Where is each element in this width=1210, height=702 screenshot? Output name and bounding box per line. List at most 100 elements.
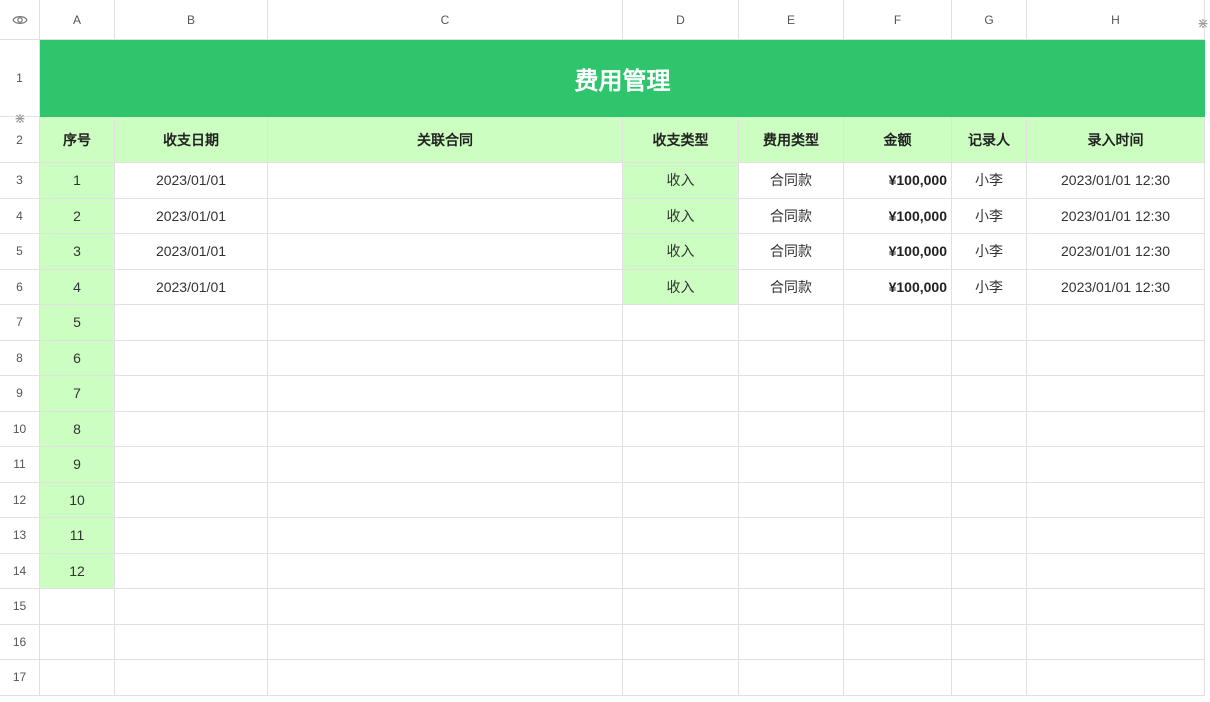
row-header[interactable]: 17	[0, 660, 40, 696]
column-heading[interactable]: 记录人	[952, 117, 1027, 163]
sheet-title[interactable]: 费用管理	[40, 40, 1205, 117]
column-header-d[interactable]: D	[623, 0, 739, 40]
table-cell[interactable]	[1027, 518, 1205, 554]
table-cell-no[interactable]: 2	[40, 198, 115, 234]
table-cell[interactable]	[1027, 624, 1205, 660]
column-header-e[interactable]: E	[739, 0, 844, 40]
table-cell-flow[interactable]: 收入	[623, 269, 739, 305]
table-cell-contract[interactable]	[268, 198, 623, 234]
table-cell[interactable]	[268, 589, 623, 625]
table-cell[interactable]	[623, 305, 739, 341]
table-cell-no[interactable]: 5	[40, 305, 115, 341]
table-cell-contract[interactable]	[268, 269, 623, 305]
row-header[interactable]: 12	[0, 482, 40, 518]
table-cell-date[interactable]: 2023/01/01	[115, 269, 268, 305]
table-cell[interactable]	[268, 660, 623, 696]
table-cell[interactable]	[739, 447, 844, 483]
table-cell[interactable]	[844, 589, 952, 625]
table-cell-contract[interactable]	[268, 163, 623, 199]
table-cell-entered[interactable]: 2023/01/01 12:30	[1027, 198, 1205, 234]
table-cell[interactable]	[115, 660, 268, 696]
table-cell[interactable]	[623, 482, 739, 518]
table-cell-no[interactable]: 9	[40, 447, 115, 483]
table-cell[interactable]	[952, 376, 1027, 412]
table-cell-amount[interactable]: ¥100,000	[844, 269, 952, 305]
table-cell[interactable]	[1027, 553, 1205, 589]
table-cell[interactable]	[739, 624, 844, 660]
table-cell[interactable]	[115, 553, 268, 589]
table-cell[interactable]	[952, 482, 1027, 518]
table-cell[interactable]	[844, 482, 952, 518]
table-cell-date[interactable]: 2023/01/01	[115, 163, 268, 199]
row-header[interactable]: 10	[0, 411, 40, 447]
table-cell[interactable]	[1027, 340, 1205, 376]
table-cell[interactable]	[952, 553, 1027, 589]
row-header[interactable]: 4	[0, 198, 40, 234]
row-header[interactable]: 7	[0, 305, 40, 341]
table-cell[interactable]	[115, 411, 268, 447]
table-cell-no[interactable]: 7	[40, 376, 115, 412]
table-cell[interactable]	[739, 589, 844, 625]
table-cell[interactable]	[739, 660, 844, 696]
table-cell[interactable]	[952, 660, 1027, 696]
table-cell[interactable]	[623, 624, 739, 660]
table-cell[interactable]	[268, 553, 623, 589]
table-cell[interactable]	[844, 624, 952, 660]
table-cell-no[interactable]: 10	[40, 482, 115, 518]
table-cell[interactable]	[623, 589, 739, 625]
freeze-pane-icon[interactable]: ⋇	[1195, 14, 1210, 32]
table-cell[interactable]	[40, 589, 115, 625]
table-cell[interactable]	[739, 411, 844, 447]
table-cell[interactable]	[40, 624, 115, 660]
table-cell[interactable]	[844, 376, 952, 412]
table-cell[interactable]	[844, 660, 952, 696]
table-cell[interactable]	[952, 589, 1027, 625]
table-cell-amount[interactable]: ¥100,000	[844, 198, 952, 234]
table-cell[interactable]	[1027, 447, 1205, 483]
column-heading[interactable]: 序号	[40, 117, 115, 163]
row-header[interactable]: 9	[0, 376, 40, 412]
table-cell[interactable]	[844, 447, 952, 483]
table-cell[interactable]	[40, 660, 115, 696]
table-cell[interactable]	[623, 340, 739, 376]
table-cell[interactable]	[952, 411, 1027, 447]
table-cell-entered[interactable]: 2023/01/01 12:30	[1027, 234, 1205, 270]
table-cell[interactable]	[1027, 589, 1205, 625]
table-cell[interactable]	[844, 340, 952, 376]
table-cell[interactable]	[115, 482, 268, 518]
table-cell-recorder[interactable]: 小李	[952, 163, 1027, 199]
table-cell[interactable]	[739, 376, 844, 412]
column-heading[interactable]: 金额	[844, 117, 952, 163]
table-cell[interactable]	[739, 553, 844, 589]
table-cell[interactable]	[268, 482, 623, 518]
table-cell-no[interactable]: 11	[40, 518, 115, 554]
row-header[interactable]: 13	[0, 518, 40, 554]
table-cell-no[interactable]: 8	[40, 411, 115, 447]
table-cell-flow[interactable]: 收入	[623, 234, 739, 270]
table-cell[interactable]	[844, 305, 952, 341]
table-cell[interactable]	[115, 376, 268, 412]
column-header-b[interactable]: B	[115, 0, 268, 40]
table-cell[interactable]	[623, 518, 739, 554]
table-cell[interactable]	[739, 518, 844, 554]
table-cell[interactable]	[952, 340, 1027, 376]
table-cell[interactable]	[623, 411, 739, 447]
table-cell-fee-type[interactable]: 合同款	[739, 234, 844, 270]
table-cell[interactable]	[1027, 660, 1205, 696]
table-cell-no[interactable]: 6	[40, 340, 115, 376]
freeze-pane-icon[interactable]: ⋇	[11, 110, 29, 126]
row-header[interactable]: 11	[0, 447, 40, 483]
table-cell-amount[interactable]: ¥100,000	[844, 163, 952, 199]
table-cell-flow[interactable]: 收入	[623, 198, 739, 234]
table-cell[interactable]	[739, 482, 844, 518]
column-heading[interactable]: 收支类型	[623, 117, 739, 163]
table-cell[interactable]	[952, 447, 1027, 483]
table-cell-no[interactable]: 3	[40, 234, 115, 270]
table-cell-recorder[interactable]: 小李	[952, 234, 1027, 270]
table-cell[interactable]	[1027, 305, 1205, 341]
table-cell[interactable]	[268, 305, 623, 341]
table-cell-fee-type[interactable]: 合同款	[739, 269, 844, 305]
column-header-h[interactable]: H	[1027, 0, 1205, 40]
table-cell[interactable]	[115, 305, 268, 341]
row-header[interactable]: 14	[0, 553, 40, 589]
